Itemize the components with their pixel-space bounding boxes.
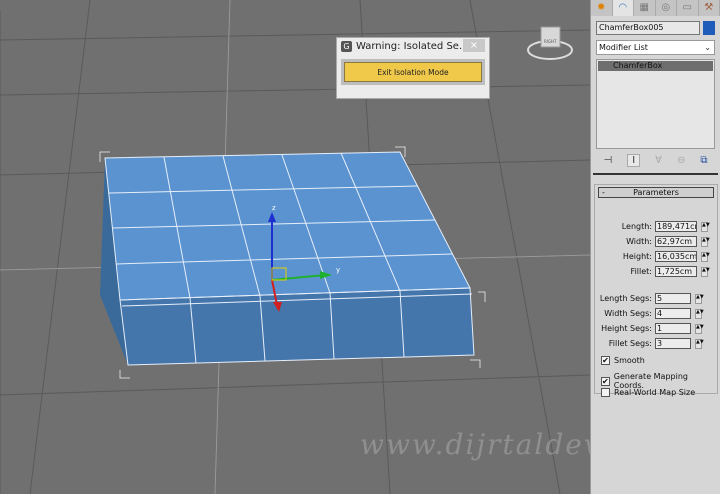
exit-isolation-mode-button[interactable]: Exit Isolation Mode <box>344 62 482 82</box>
motion-icon[interactable]: ◎ <box>656 0 677 16</box>
checkbox[interactable]: ✔ <box>601 356 610 365</box>
make-unique-icon[interactable]: ∀ <box>655 155 662 166</box>
modifier-list-label: Modifier List <box>599 43 648 52</box>
field-input[interactable]: 4 <box>655 308 691 319</box>
field-input[interactable]: 1 <box>655 323 691 334</box>
dialog-title: Warning: Isolated Se... <box>356 40 469 52</box>
object-name-input[interactable]: ChamferBox005 <box>596 21 700 35</box>
checkbox-label: Real-World Map Size <box>614 388 696 397</box>
rollout-title: Parameters <box>633 188 679 197</box>
object-color-swatch[interactable] <box>703 21 715 35</box>
command-panel: ✸ ◠ ▦ ◎ ▭ ⚒ ChamferBox005 Modifier List ⌄… <box>590 0 720 494</box>
field-label: Width Segs: <box>604 309 652 318</box>
field-label: Fillet Segs: <box>608 339 652 348</box>
checkbox-row[interactable]: ✔ Smooth <box>601 356 645 365</box>
dims-row: Fillet: 1,725cm ▲▼ <box>595 266 710 277</box>
checkbox-row[interactable]: Real-World Map Size <box>601 388 695 397</box>
viewcube-face-label: RIGHT <box>544 39 557 44</box>
modify-icon[interactable]: ◠ <box>612 0 634 16</box>
utilities-icon[interactable]: ⚒ <box>699 0 720 16</box>
command-panel-tabs: ✸ ◠ ▦ ◎ ▭ ⚒ <box>591 0 720 16</box>
field-input[interactable]: 1,725cm <box>655 266 697 277</box>
stack-item-chamferbox[interactable]: ChamferBox <box>598 61 713 71</box>
field-label: Width: <box>626 237 652 246</box>
isolation-warning-dialog: G Warning: Isolated Se... × Exit Isolatio… <box>336 37 490 99</box>
divider <box>593 173 718 175</box>
stack-toolbar: ⊣ Ⅰ ∀ ⊖ ⧉ <box>596 152 715 168</box>
modifier-stack[interactable]: ChamferBox <box>596 59 715 149</box>
parameters-rollout-header[interactable]: - Parameters <box>598 187 714 198</box>
checkbox-label: Smooth <box>614 356 645 365</box>
checkbox[interactable]: ✔ <box>601 376 610 386</box>
axis-label-y: y <box>336 266 340 274</box>
scene: z y RIGHT <box>0 0 590 494</box>
close-button[interactable]: × <box>463 39 485 52</box>
create-icon[interactable]: ✸ <box>591 0 613 16</box>
segs-row: Length Segs: 5 ▲▼ <box>595 293 704 304</box>
collapse-icon: - <box>602 188 605 197</box>
viewport-perspective[interactable]: z y RIGHT www.dijrtaldevs.com G Warning: … <box>0 0 590 494</box>
configure-sets-icon[interactable]: ⧉ <box>700 155 707 166</box>
watermark: www.dijrtaldevs.com <box>360 428 590 461</box>
segs-row: Fillet Segs: 3 ▲▼ <box>595 338 704 349</box>
spinner[interactable]: ▲▼ <box>701 251 710 262</box>
spinner[interactable]: ▲▼ <box>701 266 710 277</box>
axis-label-z: z <box>272 204 276 212</box>
modifier-list-dropdown[interactable]: Modifier List ⌄ <box>596 40 715 55</box>
field-label: Height: <box>622 252 652 261</box>
spinner[interactable]: ▲▼ <box>695 293 704 304</box>
field-label: Length Segs: <box>599 294 652 303</box>
segs-row: Width Segs: 4 ▲▼ <box>595 308 704 319</box>
hierarchy-icon[interactable]: ▦ <box>634 0 656 16</box>
spinner[interactable]: ▲▼ <box>701 236 710 247</box>
segs-row: Height Segs: 1 ▲▼ <box>595 323 704 334</box>
chamfer-box <box>99 146 486 379</box>
spinner[interactable]: ▲▼ <box>695 323 704 334</box>
pin-stack-icon[interactable]: ⊣ <box>603 155 612 166</box>
spinner[interactable]: ▲▼ <box>701 221 710 232</box>
field-input[interactable]: 16,035cm <box>655 251 697 262</box>
dims-row: Height: 16,035cm ▲▼ <box>595 251 710 262</box>
viewcube[interactable]: RIGHT <box>527 26 573 60</box>
spinner[interactable]: ▲▼ <box>695 308 704 319</box>
field-label: Height Segs: <box>601 324 652 333</box>
field-input[interactable]: 62,97cm <box>655 236 697 247</box>
dims-row: Width: 62,97cm ▲▼ <box>595 236 710 247</box>
field-input[interactable]: 189,471cm <box>655 221 697 232</box>
remove-modifier-icon[interactable]: ⊖ <box>677 155 685 166</box>
show-end-result-icon[interactable]: Ⅰ <box>627 153 641 167</box>
parameters-rollout: -Parameters Length:189,471cm▲▼Width:62,9… <box>594 184 718 397</box>
checkbox[interactable] <box>601 388 610 397</box>
display-icon[interactable]: ▭ <box>677 0 699 16</box>
field-label: Fillet: <box>630 267 652 276</box>
chevron-down-icon: ⌄ <box>704 43 711 52</box>
spinner[interactable]: ▲▼ <box>695 338 704 349</box>
app-icon: G <box>341 40 352 52</box>
field-label: Length: <box>621 222 652 231</box>
dims-row: Length:189,471cm ▲▼ <box>595 221 710 232</box>
field-input[interactable]: 5 <box>655 293 691 304</box>
field-input[interactable]: 3 <box>655 338 691 349</box>
